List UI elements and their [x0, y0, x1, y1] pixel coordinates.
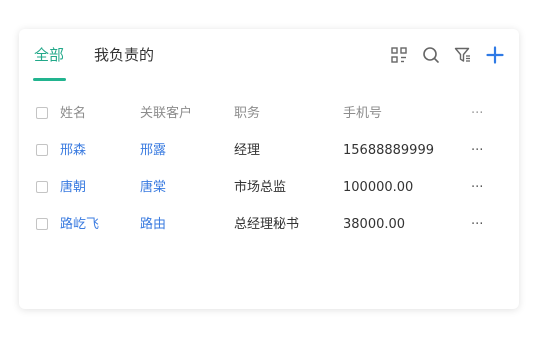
- row-more-button[interactable]: ···: [471, 206, 483, 243]
- tab-all[interactable]: 全部: [34, 46, 64, 64]
- add-icon[interactable]: [485, 45, 505, 65]
- table-row: 唐朝 唐棠 市场总监 100000.00 ···: [19, 169, 519, 206]
- table-header: 姓名 关联客户 职务 手机号 ···: [19, 95, 519, 132]
- phone-number: 38000.00: [343, 217, 406, 232]
- row-more-button[interactable]: ···: [471, 132, 483, 169]
- row-checkbox[interactable]: [36, 181, 48, 193]
- row-checkbox[interactable]: [36, 218, 48, 230]
- search-icon[interactable]: [421, 45, 441, 65]
- job-title: 市场总监: [234, 180, 287, 195]
- row-checkbox[interactable]: [36, 144, 48, 156]
- contact-name-link[interactable]: 唐朝: [60, 169, 86, 206]
- contacts-table: 姓名 关联客户 职务 手机号 ··· 邢森 邢露 经理 15688889999 …: [19, 95, 519, 243]
- row-more-button[interactable]: ···: [471, 169, 483, 206]
- column-header-more[interactable]: ···: [471, 95, 483, 132]
- column-header-title: 职务: [234, 106, 261, 121]
- tab-bar: 全部 我负责的: [19, 29, 519, 81]
- customer-link[interactable]: 路由: [140, 206, 166, 243]
- filter-icon[interactable]: [453, 45, 473, 65]
- customer-link[interactable]: 唐棠: [140, 169, 166, 206]
- contacts-card: 全部 我负责的 姓名 关联客户 职务 手机号 ··· 邢森 邢露 经理 1568…: [19, 29, 519, 309]
- customer-link[interactable]: 邢露: [140, 132, 166, 169]
- tab-mine[interactable]: 我负责的: [94, 46, 154, 64]
- table-row: 路屹飞 路由 总经理秘书 38000.00 ···: [19, 206, 519, 243]
- job-title: 总经理秘书: [234, 217, 300, 232]
- table-row: 邢森 邢露 经理 15688889999 ···: [19, 132, 519, 169]
- grid-view-icon[interactable]: [389, 45, 409, 65]
- job-title: 经理: [234, 143, 261, 158]
- phone-number: 15688889999: [343, 143, 434, 158]
- active-tab-indicator: [33, 78, 66, 81]
- contact-name-link[interactable]: 邢森: [60, 132, 86, 169]
- contact-name-link[interactable]: 路屹飞: [60, 206, 99, 243]
- column-header-phone: 手机号: [343, 106, 383, 121]
- phone-number: 100000.00: [343, 180, 414, 195]
- column-header-name: 姓名: [60, 106, 87, 121]
- select-all-checkbox[interactable]: [36, 107, 48, 119]
- column-header-customer: 关联客户: [140, 106, 193, 121]
